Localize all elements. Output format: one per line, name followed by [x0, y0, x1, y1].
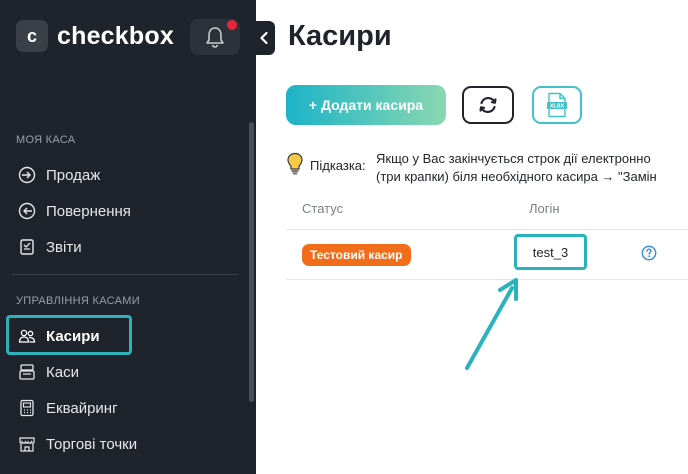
- refresh-button[interactable]: [462, 86, 514, 124]
- hint-text: Якщо у Вас закінчується строк дії електр…: [376, 150, 657, 186]
- sidebar-item-cashiers[interactable]: Касири: [18, 327, 100, 345]
- sidebar-divider: [12, 274, 238, 275]
- sidebar-item-acquiring[interactable]: Еквайринг: [18, 399, 118, 417]
- table-header-divider: [286, 229, 688, 230]
- section-title-my-cash: МОЯ КАСА: [16, 134, 76, 146]
- report-icon: [18, 238, 36, 256]
- logo-badge: c: [16, 20, 48, 52]
- annotation-arrow-icon: [465, 278, 518, 370]
- question-icon[interactable]: [641, 245, 657, 266]
- xlsx-label: XLSX: [550, 104, 565, 110]
- column-header-status[interactable]: Статус: [302, 201, 343, 216]
- status-badge: Тестовий касир: [302, 244, 411, 266]
- sidebar-item-reports[interactable]: Звіти: [18, 238, 82, 256]
- sidebar-item-label: Каси: [46, 363, 79, 381]
- users-icon: [18, 327, 36, 345]
- chevron-left-icon: [260, 31, 268, 45]
- collapse-sidebar-button[interactable]: [253, 21, 275, 55]
- sidebar-item-stores[interactable]: Торгові точки: [18, 435, 137, 453]
- sidebar: c checkbox МОЯ КАСА Продаж Повернення Зв…: [0, 0, 256, 474]
- sidebar-item-cash-registers[interactable]: Каси: [18, 363, 79, 381]
- login-arrow-icon: [18, 166, 36, 184]
- hint-text-line: Якщо у Вас закінчується строк дії електр…: [376, 151, 651, 166]
- cash-register-icon: [18, 363, 36, 381]
- logo-text: checkbox: [57, 21, 174, 50]
- xlsx-file-icon: XLSX: [547, 92, 567, 118]
- notifications-button[interactable]: [190, 19, 240, 55]
- sidebar-item-label: Продаж: [46, 166, 101, 184]
- pos-terminal-icon: [18, 399, 36, 417]
- sidebar-item-returns[interactable]: Повернення: [18, 202, 131, 220]
- sidebar-item-sales[interactable]: Продаж: [18, 166, 100, 184]
- lightbulb-icon: [287, 152, 303, 175]
- sidebar-item-label: Торгові точки: [46, 435, 138, 453]
- login-cell[interactable]: test_3: [514, 234, 587, 270]
- sidebar-item-label: Повернення: [46, 202, 131, 220]
- sidebar-item-label: Еквайринг: [46, 399, 118, 417]
- sidebar-item-label: Звіти: [46, 238, 82, 256]
- add-cashier-button[interactable]: + Додати касира: [286, 85, 446, 125]
- refresh-icon: [479, 96, 497, 114]
- export-xlsx-button[interactable]: XLSX: [532, 86, 582, 124]
- notification-dot: [227, 20, 237, 30]
- page-title: Касири: [288, 20, 392, 52]
- hint-label: Підказка:: [310, 158, 366, 173]
- section-title-cash-management: УПРАВЛІННЯ КАСАМИ: [16, 295, 140, 307]
- login-value: test_3: [532, 244, 569, 260]
- sidebar-item-label: Касири: [46, 327, 100, 345]
- bell-icon: [206, 27, 224, 48]
- return-arrow-icon: [18, 202, 36, 220]
- column-header-login[interactable]: Логін: [529, 201, 560, 216]
- logo[interactable]: c checkbox: [16, 20, 174, 52]
- hint-text-line: (три крапки) біля необхідного касира → "…: [376, 169, 657, 184]
- store-icon: [18, 435, 36, 453]
- sidebar-scrollbar[interactable]: [249, 122, 254, 402]
